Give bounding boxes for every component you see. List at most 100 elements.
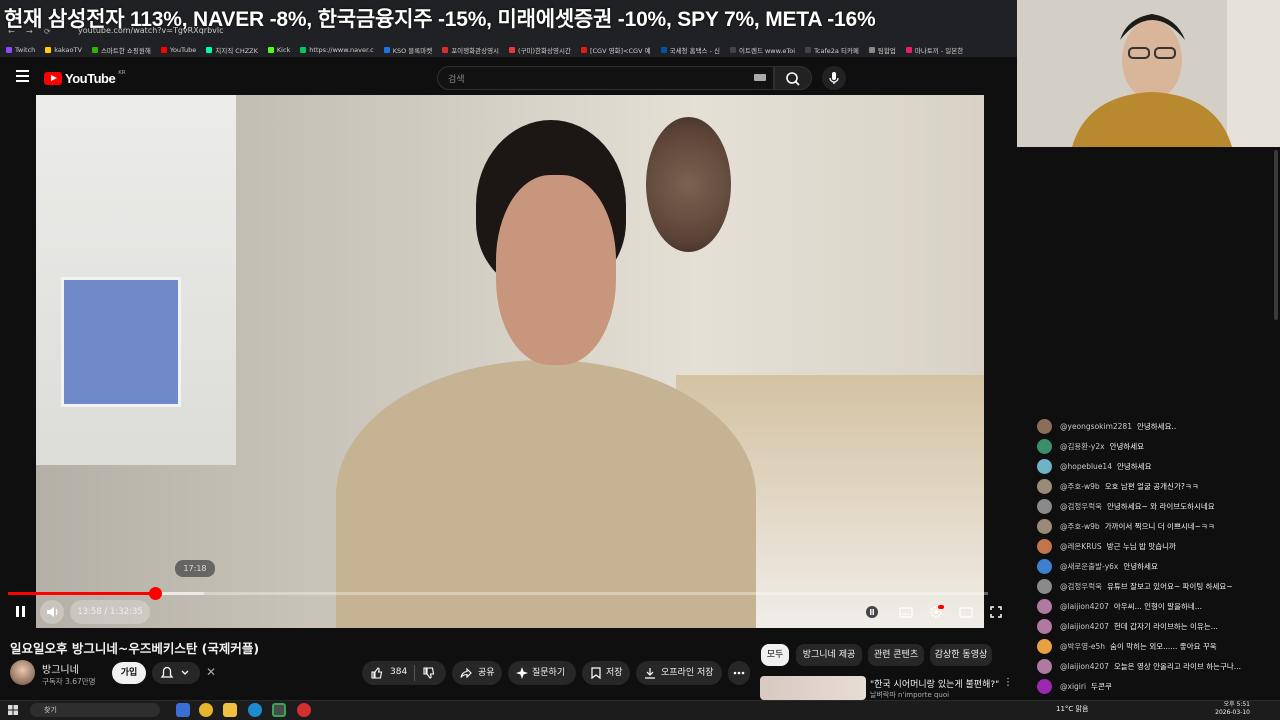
bookmark-icon — [591, 667, 601, 680]
chat-author[interactable]: @박우영-e5h — [1060, 641, 1105, 652]
chat-author[interactable]: @검정우럭욱 — [1060, 581, 1102, 592]
reload-icon[interactable]: ⟳ — [44, 27, 51, 36]
channel-avatar[interactable] — [10, 660, 35, 685]
fullscreen-icon[interactable] — [988, 604, 1004, 620]
chat-avatar[interactable] — [1037, 538, 1052, 554]
folder-icon[interactable] — [223, 703, 237, 717]
chat-author[interactable]: @laijion4207 — [1060, 602, 1109, 611]
chat-author[interactable]: @김용환-y2x — [1060, 441, 1105, 452]
chat-avatar[interactable] — [1037, 438, 1052, 454]
subtitles-icon[interactable] — [898, 604, 914, 620]
recommended-title[interactable]: "한국 시어머니랑 있는게 불편해?" — [870, 677, 999, 690]
bookmark-item[interactable]: KSO 블록마켓 — [383, 45, 432, 55]
save-button[interactable]: 저장 — [582, 661, 630, 685]
more-vertical-icon[interactable]: ⋮ — [1003, 677, 1013, 688]
youtube-logo[interactable]: YouTube KR — [44, 70, 126, 86]
chat-avatar[interactable] — [1037, 418, 1052, 434]
pause-button[interactable] — [13, 605, 27, 619]
bookmark-item[interactable]: Twitch — [6, 46, 35, 54]
settings-gear-icon[interactable] — [928, 604, 944, 620]
taskbar-search[interactable]: 찾기 — [30, 703, 160, 717]
taskbar-app-icon[interactable] — [176, 703, 190, 717]
bookmark-item[interactable]: 마나토끼 - 일본한 — [905, 45, 963, 55]
search-input[interactable] — [437, 66, 774, 90]
share-button[interactable]: 공유 — [452, 661, 502, 685]
channel-name[interactable]: 방그니네 — [42, 661, 79, 676]
chat-avatar[interactable] — [1037, 578, 1052, 594]
bookmark-item[interactable]: 팀합업 — [868, 45, 896, 55]
chat-author[interactable]: @yeongsokim2281 — [1060, 422, 1132, 431]
chat-avatar[interactable] — [1037, 658, 1052, 674]
like-count[interactable]: 384 — [390, 667, 407, 677]
chat-author[interactable]: @레온KRUS — [1060, 541, 1102, 552]
thumbs-down-icon[interactable] — [422, 666, 436, 680]
chip-channel[interactable]: 방그니네 제공 — [796, 644, 862, 666]
taskbar-clock[interactable]: 오후 5:51 2026-03-10 — [1214, 701, 1250, 717]
pause-small-icon[interactable] — [864, 604, 880, 620]
bookmark-item[interactable]: Kick — [267, 46, 290, 54]
bookmark-item[interactable]: 이트렌드 www.eToi — [730, 45, 795, 55]
bookmark-item[interactable]: YouTube — [160, 46, 196, 54]
chat-author[interactable]: @hopeblue14 — [1060, 462, 1112, 471]
search-button[interactable] — [774, 66, 812, 90]
bookmark-item[interactable]: 국세청 홈택스 - 신 — [660, 45, 720, 55]
chip-related[interactable]: 관련 콘텐츠 — [868, 644, 924, 666]
obs-icon[interactable] — [297, 703, 311, 717]
voice-search-button[interactable] — [822, 66, 846, 90]
chrome-icon[interactable] — [272, 703, 286, 717]
edge-icon[interactable] — [248, 703, 262, 717]
close-icon[interactable]: ✕ — [206, 665, 216, 679]
taskbar-weather[interactable]: 11°C 맑음 — [1056, 704, 1088, 714]
chat-avatar[interactable] — [1037, 558, 1052, 574]
chat-author[interactable]: @laijion4207 — [1060, 662, 1109, 671]
address-bar[interactable]: youtube.com/watch?v=TgvRXqrbvlc — [78, 26, 224, 35]
chat-avatar[interactable] — [1037, 678, 1052, 694]
menu-icon[interactable] — [16, 70, 29, 82]
bookmark-item[interactable]: Tcafe2a 티카페 — [805, 45, 859, 55]
bookmark-item[interactable]: [CGV 영화]<CGV 예 — [580, 45, 651, 55]
bookmark-item[interactable]: https://www.naver.c — [300, 46, 374, 54]
chat-avatar[interactable] — [1037, 478, 1052, 494]
chip-all[interactable]: 모두 — [761, 644, 789, 666]
volume-button[interactable] — [40, 600, 64, 624]
chat-avatar[interactable] — [1037, 458, 1052, 474]
bookmark-item[interactable]: 스마트한 쇼핑원해 — [91, 45, 151, 55]
taskbar-app-icon[interactable] — [199, 703, 213, 717]
chat-author[interactable]: @주호-w9b — [1060, 481, 1100, 492]
back-icon[interactable]: ← — [8, 27, 15, 36]
bookmark-item[interactable]: 치지직 CHZZK — [206, 45, 258, 55]
bookmarks-bar: Twitch kakaoTV 스마트한 쇼핑원해 YouTube 치지직 CHZZK Ki… — [0, 43, 1017, 57]
join-button[interactable]: 가입 — [112, 662, 146, 684]
chat-avatar[interactable] — [1037, 518, 1052, 534]
thumbs-up-icon[interactable] — [370, 666, 384, 680]
bookmark-label: https://www.naver.c — [309, 46, 374, 54]
chat-author[interactable]: @검정우럭욱 — [1060, 501, 1102, 512]
chat-avatar[interactable] — [1037, 618, 1052, 634]
chat-scrollbar[interactable] — [1274, 150, 1278, 320]
chat-author[interactable]: @새로운출발-y6x — [1060, 561, 1118, 572]
bookmark-favicon-icon — [91, 47, 98, 53]
offline-save-button[interactable]: 오프라인 저장 — [636, 661, 722, 685]
bookmark-item[interactable]: (구미)한화상영시간 — [509, 45, 571, 55]
keyboard-icon[interactable] — [754, 74, 766, 81]
forward-icon[interactable]: → — [26, 27, 33, 36]
chat-avatar[interactable] — [1037, 598, 1052, 614]
like-divider — [414, 665, 415, 681]
chat-author[interactable]: @주호-w9b — [1060, 521, 1100, 532]
chat-avatar[interactable] — [1037, 498, 1052, 514]
video-player[interactable] — [36, 95, 984, 628]
chip-watched[interactable]: 감상한 동영상 — [930, 644, 992, 666]
windows-start-icon[interactable] — [8, 705, 18, 715]
chat-avatar[interactable] — [1037, 638, 1052, 654]
bookmark-item[interactable]: kakaoTV — [45, 46, 82, 54]
chat-message: @주호-w9b 가까이서 찍으니 더 이쁘시네~ㅋㅋ — [1037, 518, 1215, 534]
bookmark-item[interactable]: 포이쟁화관상영시 — [442, 45, 499, 55]
chat-author[interactable]: @xigiri — [1060, 682, 1086, 691]
recommended-thumbnail[interactable] — [760, 676, 866, 700]
more-actions-button[interactable] — [728, 661, 750, 685]
ask-button[interactable]: 질문하기 — [508, 661, 576, 685]
theater-mode-icon[interactable] — [958, 604, 974, 620]
subscribed-button[interactable] — [152, 662, 200, 684]
recommended-channel: 날벼락파 n'importe quoi — [870, 691, 950, 699]
chat-author[interactable]: @laijion4207 — [1060, 622, 1109, 631]
